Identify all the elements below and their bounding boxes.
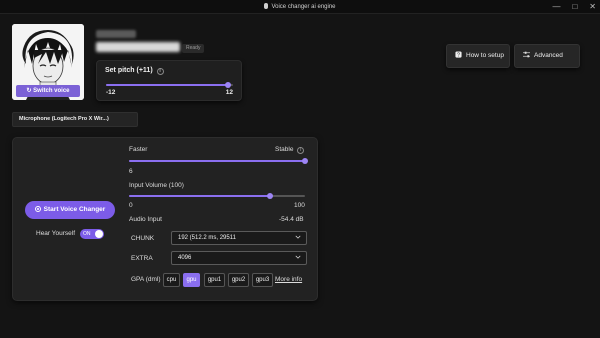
speed-value: 6	[129, 168, 133, 175]
gpa-option-gpu2[interactable]: gpu2	[228, 273, 249, 287]
record-icon	[34, 206, 41, 212]
status-badge: Ready	[182, 44, 205, 53]
info-icon[interactable]: i	[297, 147, 305, 154]
gpa-option-gpu3[interactable]: gpu3	[252, 273, 273, 287]
pitch-slider-fill	[106, 84, 228, 86]
gpa-option-gpu1[interactable]: gpu1	[204, 273, 225, 287]
speed-left-label: Faster	[129, 146, 148, 153]
audio-input-label: Audio Input	[129, 216, 162, 223]
close-icon[interactable]: ✕	[589, 2, 596, 12]
input-volume-slider[interactable]	[129, 193, 305, 199]
window-controls: — □ ✕	[552, 2, 596, 12]
chunk-select[interactable]: 192 (512.2 ms, 29511	[171, 231, 307, 245]
voice-subtitle-redacted	[96, 42, 180, 52]
pitch-max-label: 12	[225, 89, 233, 96]
input-volume-fill	[129, 195, 270, 197]
speed-slider[interactable]	[129, 158, 308, 164]
maximize-icon[interactable]: □	[572, 2, 577, 12]
more-info-link[interactable]: More info	[275, 276, 302, 283]
sliders-icon	[523, 51, 530, 58]
advanced-button[interactable]: Advanced	[514, 44, 580, 68]
input-volume-handle[interactable]	[266, 193, 273, 199]
gpa-option-cpu[interactable]: cpu	[163, 273, 180, 287]
speed-slider-fill	[129, 160, 305, 162]
refresh-icon: ↻	[26, 88, 32, 94]
switch-voice-button[interactable]: ↻ Switch voice	[16, 85, 80, 97]
pitch-label-wrap: Set pitch (+11) i	[105, 67, 164, 75]
extra-value: 4096	[178, 255, 192, 261]
start-label: Start Voice Changer	[43, 206, 106, 213]
speed-right-label-wrap: Stable i	[275, 146, 305, 154]
chunk-value: 192 (512.2 ms, 29511	[178, 235, 236, 241]
voice-avatar-card: ↻ Switch voice	[12, 24, 84, 100]
audio-input-level: -54.4 dB	[279, 216, 304, 223]
help-icon: ?	[455, 51, 462, 58]
window-title: Voice changer ai engine	[271, 4, 336, 10]
extra-select[interactable]: 4096	[171, 251, 307, 265]
hear-yourself-toggle[interactable]: ON	[80, 229, 104, 239]
pitch-min-label: -12	[106, 89, 116, 96]
toggle-state: ON	[83, 231, 91, 237]
gpa-label: GPA (dml)	[131, 276, 161, 283]
chevron-down-icon	[295, 235, 301, 239]
chunk-label: CHUNK	[131, 235, 155, 242]
microphone-icon	[264, 3, 269, 9]
minimize-icon[interactable]: —	[552, 2, 560, 12]
speed-right-label: Stable	[275, 146, 294, 153]
advanced-label: Advanced	[534, 52, 563, 59]
window-title-wrap: Voice changer ai engine	[0, 3, 600, 10]
extra-label: EXTRA	[131, 255, 153, 262]
microphone-select[interactable]: Microphone (Logitech Pro X Wir...)	[12, 112, 138, 127]
how-to-setup-label: How to setup	[466, 52, 504, 59]
start-voice-changer-button[interactable]: Start Voice Changer	[25, 201, 115, 219]
title-bar: Voice changer ai engine — □ ✕	[0, 0, 600, 14]
info-icon[interactable]: i	[156, 68, 164, 75]
pitch-slider-handle[interactable]	[224, 82, 231, 88]
pitch-card: Set pitch (+11) i -12 12	[96, 60, 242, 101]
switch-voice-label: Switch voice	[33, 88, 70, 94]
speed-slider-handle[interactable]	[302, 158, 308, 164]
gpa-option-gpu[interactable]: gpu	[183, 273, 200, 287]
voice-changer-panel: Start Voice Changer Hear Yourself ON Fas…	[12, 137, 318, 301]
hear-yourself-label: Hear Yourself	[36, 230, 76, 237]
svg-text:?: ?	[457, 53, 460, 58]
chevron-down-icon	[295, 255, 301, 259]
toggle-knob	[95, 230, 103, 238]
pitch-label: Set pitch (+11)	[105, 67, 153, 74]
voice-name-redacted	[96, 30, 136, 38]
pitch-slider[interactable]	[106, 82, 233, 88]
input-volume-label: Input Volume (100)	[129, 182, 184, 189]
input-volume-min: 0	[129, 202, 133, 209]
input-volume-max: 100	[294, 202, 305, 209]
how-to-setup-button[interactable]: ? How to setup	[446, 44, 510, 68]
